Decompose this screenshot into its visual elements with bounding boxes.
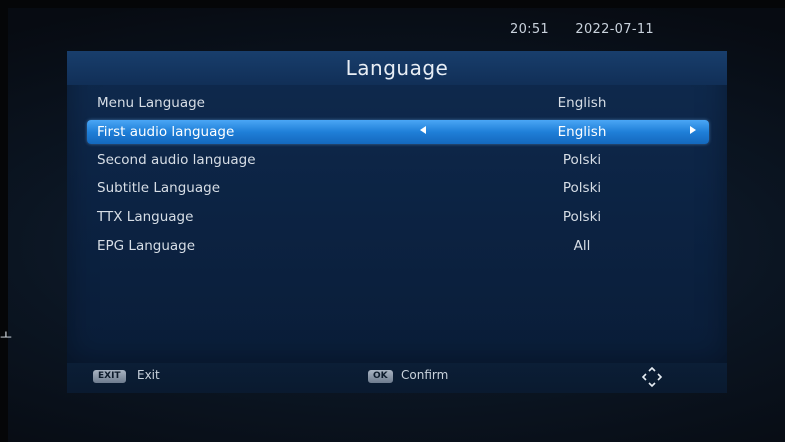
menu-item-label: Second audio language bbox=[97, 152, 256, 168]
menu-item-label: TTX Language bbox=[97, 209, 194, 225]
ok-key-button[interactable]: OK bbox=[368, 370, 393, 383]
menu-item-ttx-language[interactable]: TTX Language Polski bbox=[87, 205, 709, 229]
arrow-left-icon[interactable] bbox=[420, 126, 426, 134]
menu-item-value: English bbox=[557, 124, 607, 140]
menu-item-label: EPG Language bbox=[97, 238, 196, 254]
language-menu-panel: Language Menu Language English First aud… bbox=[67, 51, 727, 363]
menu-item-label: Menu Language bbox=[97, 95, 205, 111]
exit-label: Exit bbox=[137, 368, 160, 382]
menu-item-epg-language[interactable]: EPG Language All bbox=[87, 234, 709, 258]
menu-item-first-audio-language[interactable]: First audio language English bbox=[87, 120, 709, 144]
footer-bar: EXIT Exit OK Confirm bbox=[67, 363, 727, 393]
menu-item-value: English bbox=[557, 95, 607, 111]
menu-item-value: Polski bbox=[562, 180, 602, 196]
clock-time: 20:51 bbox=[510, 22, 549, 37]
direction-pad-icon bbox=[641, 366, 663, 388]
edge-glyph: ㅗ bbox=[0, 329, 12, 344]
menu-item-value: All bbox=[573, 238, 591, 254]
menu-item-second-audio-language[interactable]: Second audio language Polski bbox=[87, 148, 709, 172]
clock-date: 2022-07-11 bbox=[575, 22, 654, 37]
menu-item-label: First audio language bbox=[97, 124, 235, 140]
clock: 20:51 2022-07-11 bbox=[510, 22, 654, 37]
menu-item-subtitle-language[interactable]: Subtitle Language Polski bbox=[87, 176, 709, 200]
title-bar: Language bbox=[67, 51, 727, 85]
menu-item-value: Polski bbox=[562, 209, 602, 225]
menu-item-menu-language[interactable]: Menu Language English bbox=[87, 91, 709, 115]
confirm-label: Confirm bbox=[401, 368, 449, 382]
menu-item-value: Polski bbox=[562, 152, 602, 168]
page-title: Language bbox=[345, 56, 449, 80]
menu-item-label: Subtitle Language bbox=[97, 180, 221, 196]
exit-key-button[interactable]: EXIT bbox=[93, 370, 126, 383]
arrow-right-icon[interactable] bbox=[690, 126, 696, 134]
